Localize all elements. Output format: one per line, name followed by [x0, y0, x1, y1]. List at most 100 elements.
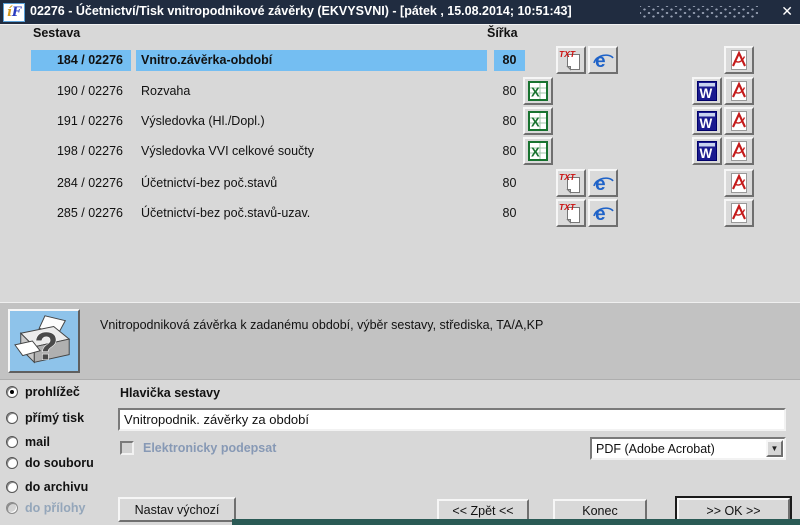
- output-format-value: PDF (Adobe Acrobat): [596, 441, 715, 456]
- report-width: 80: [502, 144, 517, 158]
- radio-label: do archivu: [25, 480, 89, 494]
- excel-export-icon[interactable]: X: [523, 107, 553, 135]
- word-export-icon[interactable]: W: [692, 77, 722, 105]
- inline-export-icons: TXT e: [523, 46, 619, 74]
- right-export-icons: [688, 169, 754, 197]
- sign-checkbox: [120, 441, 134, 455]
- inline-export-icons: TXT e: [523, 199, 619, 227]
- svg-text:W: W: [700, 86, 713, 101]
- column-header-sestava: Sestava: [33, 26, 81, 40]
- browser-export-icon[interactable]: e: [588, 199, 618, 227]
- txt-export-icon[interactable]: TXT: [556, 199, 586, 227]
- inline-export-icons: TXT e: [523, 169, 619, 197]
- report-name: Účetnictví-bez poč.stavů-uzav.: [141, 206, 311, 220]
- inline-export-icons: X: [523, 137, 619, 165]
- report-width: 80: [494, 50, 525, 71]
- table-row[interactable]: 184 / 02276 Vnitro.závěrka-období 80 TXT…: [0, 46, 800, 74]
- pdf-export-icon[interactable]: [724, 169, 754, 197]
- svg-text:e: e: [595, 174, 606, 194]
- report-name: Výsledovka VVI celkové součty: [141, 144, 314, 158]
- report-description: Vnitropodniková závěrka k zadanému obdob…: [100, 318, 544, 332]
- browser-export-icon[interactable]: e: [588, 46, 618, 74]
- report-code: 184 / 02276: [31, 50, 131, 71]
- pdf-export-icon[interactable]: [724, 77, 754, 105]
- radio-label: přímý tisk: [25, 411, 85, 425]
- report-width: 80: [502, 206, 517, 220]
- radio-button-icon: [6, 436, 18, 448]
- radio-option[interactable]: prohlížeč: [6, 384, 80, 400]
- pdf-export-icon[interactable]: [724, 107, 754, 135]
- inline-export-icons: X: [523, 77, 619, 105]
- report-name: Účetnictví-bez poč.stavů: [141, 176, 278, 190]
- svg-text:?: ?: [34, 325, 58, 368]
- table-row[interactable]: 284 / 02276 Účetnictví-bez poč.stavů 80 …: [0, 169, 800, 197]
- excel-export-icon[interactable]: X: [523, 77, 553, 105]
- radio-button-icon: [6, 481, 18, 493]
- chevron-down-icon[interactable]: ▼: [766, 440, 783, 457]
- browser-export-icon[interactable]: e: [588, 169, 618, 197]
- radio-label: prohlížeč: [25, 385, 80, 399]
- report-header-input[interactable]: [118, 408, 786, 431]
- txt-export-icon[interactable]: TXT: [556, 169, 586, 197]
- radio-button-icon: [6, 502, 18, 514]
- radio-option[interactable]: do archivu: [6, 479, 88, 495]
- radio-button-icon: [6, 386, 18, 398]
- radio-label: do souboru: [25, 456, 94, 470]
- info-panel: ? Vnitropodniková závěrka k zadanému obd…: [0, 302, 800, 380]
- svg-text:TXT: TXT: [559, 172, 576, 182]
- report-code: 285 / 02276: [56, 206, 123, 220]
- radio-option[interactable]: přímý tisk: [6, 410, 84, 426]
- close-icon[interactable]: ✕: [781, 3, 793, 20]
- svg-text:W: W: [700, 146, 713, 161]
- header-field-label: Hlavička sestavy: [120, 386, 221, 400]
- report-code: 198 / 02276: [56, 144, 123, 158]
- app-logo-icon: íF: [3, 3, 25, 22]
- window-title: 02276 - Účetnictví/Tisk vnitropodnikové …: [30, 4, 572, 18]
- right-export-icons: W: [688, 107, 754, 135]
- right-export-icons: [688, 46, 754, 74]
- set-default-button[interactable]: Nastav výchozí: [118, 497, 236, 522]
- word-export-icon[interactable]: W: [692, 137, 722, 165]
- pdf-export-icon[interactable]: [724, 46, 754, 74]
- report-name: Výsledovka (Hl./Dopl.): [141, 114, 265, 128]
- svg-text:X: X: [531, 145, 540, 160]
- table-row[interactable]: 198 / 02276 Výsledovka VVI celkové součt…: [0, 137, 800, 165]
- background-window-edge: [232, 519, 800, 525]
- table-row[interactable]: 190 / 02276 Rozvaha 80 X W: [0, 77, 800, 105]
- report-width: 80: [502, 84, 517, 98]
- svg-text:X: X: [531, 115, 540, 130]
- report-code: 190 / 02276: [56, 84, 123, 98]
- table-row[interactable]: 191 / 02276 Výsledovka (Hl./Dopl.) 80 X …: [0, 107, 800, 135]
- radio-option[interactable]: do souboru: [6, 455, 94, 471]
- app-window: íF 02276 - Účetnictví/Tisk vnitropodniko…: [0, 0, 800, 525]
- radio-button-icon: [6, 457, 18, 469]
- radio-label: mail: [25, 435, 51, 449]
- radio-option[interactable]: mail: [6, 434, 50, 450]
- txt-export-icon[interactable]: TXT: [556, 46, 586, 74]
- right-export-icons: [688, 199, 754, 227]
- svg-text:X: X: [531, 85, 540, 100]
- report-width: 80: [502, 114, 517, 128]
- titlebar-grip: [640, 6, 758, 19]
- word-export-icon[interactable]: W: [692, 107, 722, 135]
- right-export-icons: W: [688, 137, 754, 165]
- titlebar: íF 02276 - Účetnictví/Tisk vnitropodniko…: [0, 0, 800, 25]
- inline-export-icons: X: [523, 107, 619, 135]
- excel-export-icon[interactable]: X: [523, 137, 553, 165]
- report-code: 191 / 02276: [56, 114, 123, 128]
- report-name: Rozvaha: [141, 84, 191, 98]
- pdf-export-icon[interactable]: [724, 199, 754, 227]
- svg-text:TXT: TXT: [559, 49, 576, 59]
- printer-question-icon[interactable]: ?: [8, 309, 80, 373]
- radio-button-icon: [6, 412, 18, 424]
- table-row[interactable]: 285 / 02276 Účetnictví-bez poč.stavů-uza…: [0, 199, 800, 227]
- output-format-select[interactable]: PDF (Adobe Acrobat) ▼: [590, 437, 786, 460]
- pdf-export-icon[interactable]: [724, 137, 754, 165]
- report-name: Vnitro.závěrka-období: [136, 50, 487, 71]
- sign-checkbox-label: Elektronicky podepsat: [143, 441, 277, 455]
- svg-text:TXT: TXT: [559, 202, 576, 212]
- column-header-sirka: Šířka: [487, 26, 518, 40]
- radio-label: do přílohy: [25, 501, 86, 515]
- right-export-icons: W: [688, 77, 754, 105]
- report-width: 80: [502, 176, 517, 190]
